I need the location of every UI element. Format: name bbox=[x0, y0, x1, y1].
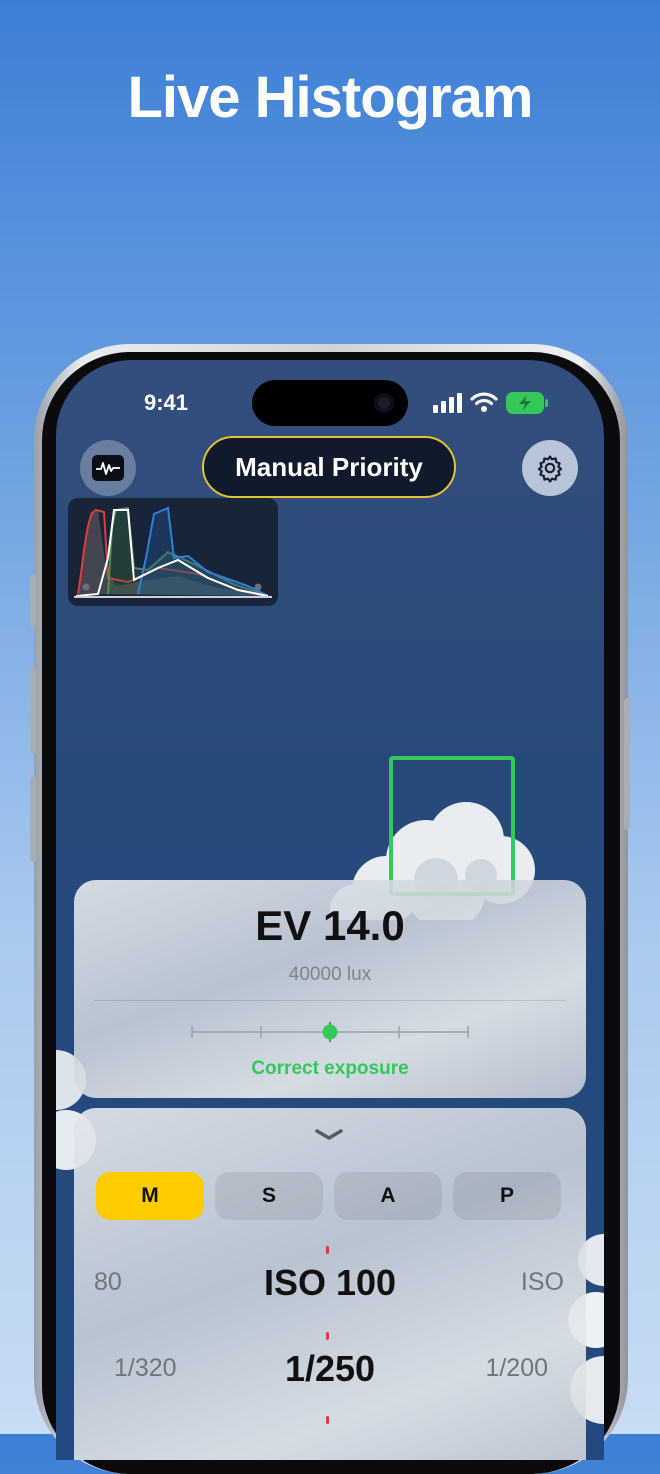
exposure-status: Correct exposure bbox=[251, 1058, 409, 1079]
blue-channel bbox=[137, 506, 269, 597]
meter-indicator bbox=[322, 1024, 338, 1040]
volume-up-button bbox=[30, 668, 36, 754]
mode-label: P bbox=[499, 1184, 514, 1207]
app-screen: 9:41 Manual Priority EV 14.0 40000 lux C… bbox=[56, 360, 604, 1460]
waveform-icon bbox=[92, 455, 124, 481]
shutter-next: 1/200 bbox=[485, 1354, 548, 1382]
divider bbox=[94, 1000, 566, 1001]
chevron-down-icon[interactable] bbox=[314, 1128, 344, 1142]
power-button bbox=[624, 698, 630, 830]
gear-icon bbox=[537, 455, 563, 483]
metering-focus-box[interactable] bbox=[389, 756, 515, 896]
wifi-icon bbox=[470, 392, 498, 412]
mode-title-pill[interactable]: Manual Priority bbox=[202, 436, 456, 498]
headline: Live Histogram bbox=[127, 65, 534, 130]
exposure-card: EV 14.0 40000 lux Correct exposure bbox=[74, 880, 586, 1098]
mode-label: A bbox=[380, 1184, 396, 1207]
shutter-wheel[interactable]: 1/320 1/250 1/200 bbox=[74, 1338, 586, 1398]
mode-label: M bbox=[141, 1184, 159, 1207]
lux-value: 40000 lux bbox=[288, 964, 372, 985]
mode-shutter-button[interactable]: S bbox=[215, 1172, 323, 1220]
mode-aperture-button[interactable]: A bbox=[334, 1172, 442, 1220]
dynamic-island bbox=[252, 380, 408, 426]
mode-manual-button[interactable]: M bbox=[96, 1172, 204, 1220]
histogram-toggle-button[interactable] bbox=[80, 440, 136, 496]
volume-down-button bbox=[30, 776, 36, 862]
iso-next: ISO bbox=[520, 1268, 564, 1296]
battery-charging-icon bbox=[506, 392, 548, 414]
status-time: 9:41 bbox=[144, 390, 189, 415]
mode-label: S bbox=[261, 1184, 276, 1207]
signal-icon bbox=[433, 393, 462, 413]
action-button bbox=[30, 575, 36, 627]
exposure-meter bbox=[191, 1022, 469, 1042]
iso-current: ISO 100 bbox=[263, 1262, 397, 1303]
aperture-marker bbox=[326, 1416, 329, 1424]
live-histogram[interactable] bbox=[68, 498, 278, 606]
iso-wheel[interactable]: 80 ISO 100 ISO bbox=[74, 1252, 586, 1312]
controls-card: M S A P 80 ISO 100 ISO 1/320 1/250 1/200 bbox=[74, 1108, 586, 1460]
mode-program-button[interactable]: P bbox=[453, 1172, 561, 1220]
settings-button[interactable] bbox=[522, 440, 578, 496]
mode-title: Manual Priority bbox=[235, 451, 423, 482]
ev-value: EV 14.0 bbox=[255, 902, 405, 949]
